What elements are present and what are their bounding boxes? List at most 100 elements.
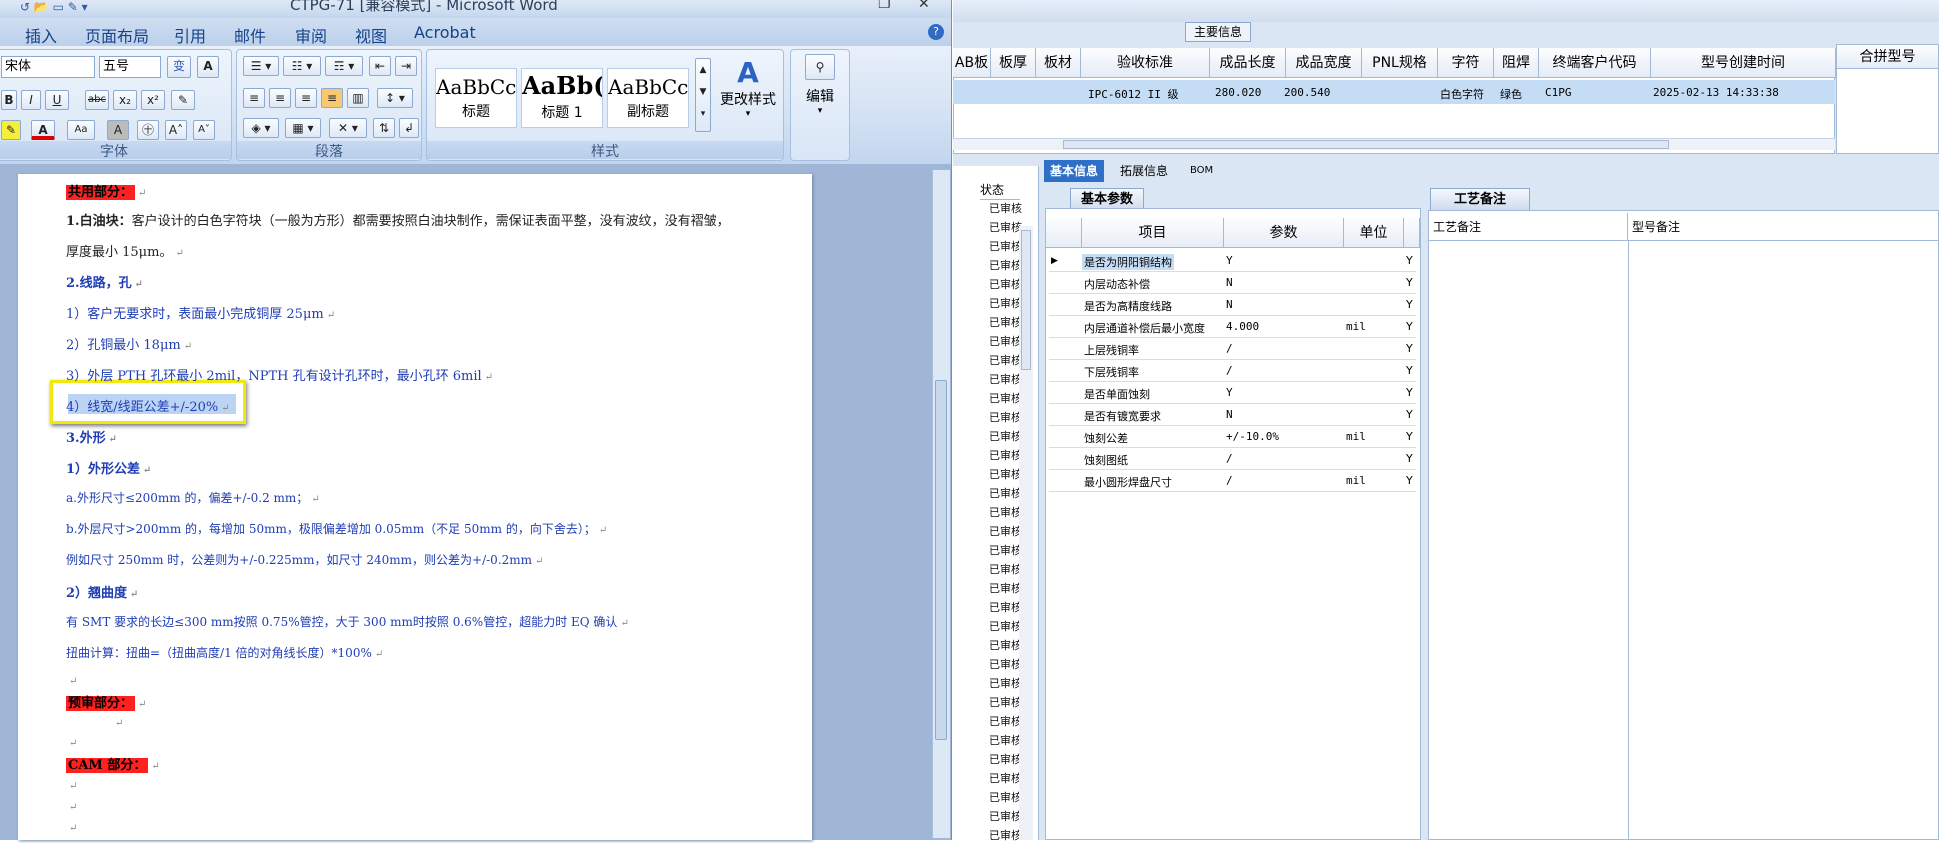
param-row[interactable]: 是否为高精度线路 N Y <box>1049 294 1416 316</box>
show-marks-icon[interactable]: ↲ <box>399 118 419 138</box>
distribute-icon[interactable]: ▥ <box>347 88 369 108</box>
param-row[interactable]: 内层通道补偿后最小宽度 4.000 mil Y <box>1049 316 1416 338</box>
col-mask[interactable]: 阻焊 <box>1494 48 1539 78</box>
param-value[interactable]: / <box>1226 452 1233 465</box>
shrink-font-icon[interactable]: A˅ <box>193 120 215 140</box>
process-note-col[interactable]: 工艺备注 <box>1429 213 1628 241</box>
col-width[interactable]: 成品宽度 <box>1286 48 1362 78</box>
param-value[interactable]: 4.000 <box>1226 320 1259 333</box>
param-row[interactable]: 蚀刻图纸 / Y <box>1049 448 1416 470</box>
font-size-combo[interactable]: 五号 <box>99 56 161 78</box>
param-row[interactable]: 蚀刻公差 +/-10.0% mil Y <box>1049 426 1416 448</box>
style-subtitle[interactable]: AaBbCc 副标题 <box>607 68 689 128</box>
tab-review[interactable]: 审阅 <box>295 23 327 47</box>
decrease-indent-icon[interactable]: ⇤ <box>369 56 391 76</box>
col-char[interactable]: 字符 <box>1438 48 1494 78</box>
param-row[interactable]: 最小圆形焊盘尺寸 / mil Y <box>1049 470 1416 492</box>
param-value[interactable]: / <box>1226 474 1233 487</box>
change-case-icon[interactable]: Aa <box>67 120 95 140</box>
col-length[interactable]: 成品长度 <box>1210 48 1286 78</box>
grid-col-item[interactable]: 项目 <box>1082 218 1224 248</box>
grid-col-unit[interactable]: 单位 <box>1344 218 1404 248</box>
grow-font-icon[interactable]: A˄ <box>165 120 187 140</box>
process-notes-tab[interactable]: 工艺备注 <box>1430 188 1530 210</box>
col-standard[interactable]: 验收标准 <box>1081 48 1210 78</box>
status-header[interactable]: 状态 <box>980 180 1020 200</box>
param-value[interactable]: N <box>1226 276 1233 289</box>
param-row[interactable]: 内层动态补偿 N Y <box>1049 272 1416 294</box>
main-grid-hscroll[interactable] <box>953 138 1835 150</box>
tab-page-layout[interactable]: 页面布局 <box>85 23 149 47</box>
highlight-icon[interactable]: ✎ <box>1 120 21 140</box>
underline-icon[interactable]: U <box>45 90 69 110</box>
tab-references[interactable]: 引用 <box>174 23 206 47</box>
tab-extended-info[interactable]: 拓展信息 <box>1114 160 1174 182</box>
help-icon[interactable]: ? <box>928 24 944 40</box>
multilevel-list-icon[interactable]: ☶ ▾ <box>325 56 363 76</box>
param-row[interactable]: 是否单面蚀刻 Y Y <box>1049 382 1416 404</box>
numbering-icon[interactable]: ☷ ▾ <box>283 56 321 76</box>
bullets-icon[interactable]: ☰ ▾ <box>243 56 279 76</box>
tab-view[interactable]: 视图 <box>355 23 387 47</box>
style-heading1[interactable]: AaBb( 标题 1 <box>521 68 603 128</box>
font-color-icon[interactable]: A <box>31 120 55 140</box>
param-row[interactable]: 是否有镀宽要求 N Y <box>1049 404 1416 426</box>
line-spacing-icon[interactable]: ↕ ▾ <box>377 88 413 108</box>
edit-button[interactable]: ⚲ 编辑 ▾ <box>797 54 843 144</box>
col-client[interactable]: 终端客户代码 <box>1539 48 1651 78</box>
restore-icon[interactable]: ❐ <box>878 0 891 12</box>
align-right-icon[interactable]: ≡ <box>295 88 317 108</box>
col-created[interactable]: 型号创建时间 <box>1651 48 1836 78</box>
style-title[interactable]: AaBbCc 标题 <box>435 68 517 128</box>
model-note-col[interactable]: 型号备注 <box>1628 213 1939 241</box>
param-row[interactable]: 上层残铜率 / Y <box>1049 338 1416 360</box>
font-name-combo[interactable]: 宋体 <box>1 56 95 78</box>
bold-icon[interactable]: B <box>1 90 17 110</box>
sort-icon[interactable]: ⇅ <box>373 118 395 138</box>
param-value[interactable]: Y <box>1226 254 1233 267</box>
param-value[interactable]: / <box>1226 364 1233 377</box>
char-shading-icon[interactable]: A <box>107 120 129 140</box>
status-cell: 已审核 <box>989 430 1022 443</box>
tab-basic-info[interactable]: 基本信息 <box>1044 160 1105 182</box>
quick-access-toolbar[interactable]: ↺ 📂 ▭ ✎ ▾ <box>20 0 88 14</box>
align-center-icon[interactable]: ≡ <box>269 88 291 108</box>
char-border-icon[interactable]: A <box>197 56 219 78</box>
borders-icon[interactable]: ▦ ▾ <box>285 118 321 138</box>
col-pnl[interactable]: PNL规格 <box>1362 48 1438 78</box>
param-value[interactable]: +/-10.0% <box>1226 430 1279 443</box>
status-scrollbar[interactable] <box>1019 226 1033 840</box>
enclose-char-icon[interactable]: ㊉ <box>137 120 159 140</box>
chinese-layout-icon[interactable]: ✕ ▾ <box>329 118 367 138</box>
styles-scroll-icon[interactable]: ▲ ▼ ▾ <box>695 58 711 132</box>
subtab-basic-params[interactable]: 基本参数 <box>1070 188 1144 210</box>
justify-icon[interactable]: ≡ <box>321 88 343 108</box>
param-value[interactable]: / <box>1226 342 1233 355</box>
param-row[interactable]: 是否为阴阳铜结构 Y Y <box>1049 250 1416 272</box>
subscript-icon[interactable]: x₂ <box>113 90 137 110</box>
param-value[interactable]: N <box>1226 408 1233 421</box>
param-value[interactable]: N <box>1226 298 1233 311</box>
strikethrough-icon[interactable]: abc <box>85 90 109 110</box>
col-thickness[interactable]: 板厚 <box>991 48 1036 78</box>
clear-format-icon[interactable]: ✎ <box>171 90 195 110</box>
increase-indent-icon[interactable]: ⇥ <box>395 56 417 76</box>
font-grow-icon[interactable]: 变 <box>167 56 191 78</box>
tab-bom[interactable]: BOM <box>1184 160 1219 182</box>
tab-acrobat[interactable]: Acrobat <box>414 23 476 42</box>
tab-mailings[interactable]: 邮件 <box>234 23 266 47</box>
param-row[interactable]: 下层残铜率 / Y <box>1049 360 1416 382</box>
col-material[interactable]: 板材 <box>1036 48 1081 78</box>
italic-icon[interactable]: I <box>21 90 41 110</box>
align-left-icon[interactable]: ≡ <box>243 88 265 108</box>
grid-col-param[interactable]: 参数 <box>1224 218 1344 248</box>
document-scrollbar[interactable] <box>932 170 950 838</box>
scroll-thumb[interactable] <box>935 380 947 740</box>
close-icon[interactable]: ✕ <box>918 0 930 12</box>
col-ab-board[interactable]: AB板 <box>953 48 991 78</box>
superscript-icon[interactable]: x² <box>141 90 165 110</box>
change-styles-button[interactable]: A 更改样式 ▾ <box>715 56 781 136</box>
tab-insert[interactable]: 插入 <box>25 23 57 47</box>
shading-icon[interactable]: ◈ ▾ <box>243 118 279 138</box>
param-value[interactable]: Y <box>1226 386 1233 399</box>
